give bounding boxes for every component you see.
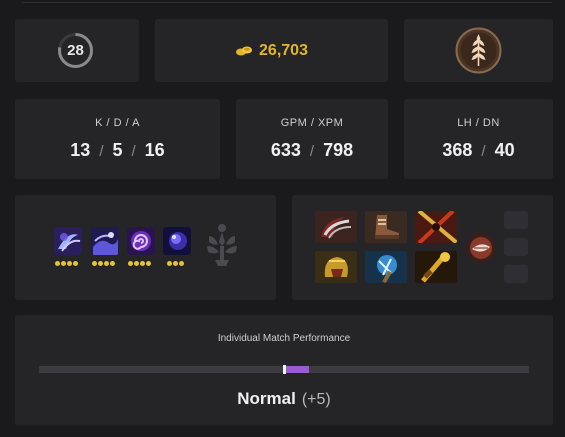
level-pip — [98, 261, 103, 266]
hero-level-card: 28 — [15, 19, 139, 82]
void-wave-ability-icon[interactable] — [91, 227, 119, 255]
rank-card — [404, 19, 553, 82]
match-performance-card: Individual Match Performance Normal (+5) — [15, 315, 553, 425]
kda-card: K / D / A 13 / 5 / 16 — [15, 99, 220, 179]
gpm-xpm-label: GPM / XPM — [280, 117, 344, 129]
items-card — [292, 195, 553, 300]
performance-marker — [283, 365, 286, 374]
kills-value: 13 — [70, 140, 91, 160]
last-hits-value: 368 — [442, 140, 473, 160]
gpm-value: 633 — [270, 140, 301, 160]
golden-staff-item-icon[interactable] — [415, 251, 457, 283]
kda-separator: / — [99, 143, 104, 160]
denies-value: 40 — [494, 140, 515, 160]
level-pip — [173, 261, 178, 266]
level-pip — [134, 261, 139, 266]
net-worth-card: 26,703 — [155, 19, 388, 82]
void-spiral-ability-icon[interactable] — [127, 227, 155, 255]
boots-item-icon[interactable] — [365, 211, 407, 243]
level-pip — [92, 261, 97, 266]
performance-result: Normal (+5) — [15, 389, 553, 409]
level-pip — [110, 261, 115, 266]
abilities-card — [15, 195, 276, 300]
xpm-value: 798 — [323, 140, 354, 160]
golden-helm-item-icon[interactable] — [315, 251, 357, 283]
void-vortex-ability-icon[interactable] — [54, 227, 82, 255]
ability-level-pips — [128, 261, 151, 267]
talent-tree-icon[interactable] — [205, 222, 239, 268]
hero-level-value: 28 — [67, 42, 84, 59]
claw-item-icon[interactable] — [315, 211, 357, 243]
gpm-xpm-values: 633 / 798 — [236, 140, 388, 161]
performance-title: Individual Match Performance — [217, 333, 351, 344]
assists-value: 16 — [144, 140, 165, 160]
lh-dn-values: 368 / 40 — [404, 140, 553, 161]
gpm-xpm-separator: / — [309, 143, 315, 160]
lh-dn-card: LH / DN 368 / 40 — [404, 99, 553, 179]
backpack-slot[interactable] — [504, 238, 528, 256]
gpm-xpm-card: GPM / XPM 633 / 798 — [236, 99, 388, 179]
level-pip — [167, 261, 172, 266]
lh-dn-label: LH / DN — [457, 117, 500, 129]
performance-rating: Normal — [237, 389, 296, 408]
deaths-value: 5 — [112, 140, 123, 160]
ability-level-pips — [167, 261, 184, 267]
kda-values: 13 / 5 / 16 — [15, 140, 220, 161]
level-pip — [140, 261, 145, 266]
ability-level-pips — [55, 261, 78, 267]
kda-separator: / — [131, 143, 136, 160]
neutral-orb-item-icon[interactable] — [466, 233, 496, 263]
performance-delta: (+5) — [301, 391, 331, 408]
level-pip — [67, 261, 72, 266]
frost-hammer-item-icon[interactable] — [365, 251, 407, 283]
wheat-rank-emblem-icon — [455, 27, 502, 74]
level-pip — [179, 261, 184, 266]
level-pip — [128, 261, 133, 266]
top-divider — [22, 2, 552, 3]
performance-fill — [284, 366, 309, 373]
level-pip — [104, 261, 109, 266]
level-pip — [55, 261, 60, 266]
lh-dn-separator: / — [481, 143, 486, 160]
void-orb-ultimate-icon[interactable] — [163, 227, 191, 255]
ability-level-pips — [92, 261, 115, 267]
gold-coins-icon — [236, 46, 253, 55]
crossed-blades-item-icon[interactable] — [415, 211, 457, 243]
level-pip — [61, 261, 66, 266]
level-pip — [73, 261, 78, 266]
kda-label: K / D / A — [95, 117, 140, 129]
level-pip — [146, 261, 151, 266]
backpack-slot[interactable] — [504, 211, 528, 229]
backpack-slot[interactable] — [504, 265, 528, 283]
net-worth-value: 26,703 — [259, 41, 308, 59]
